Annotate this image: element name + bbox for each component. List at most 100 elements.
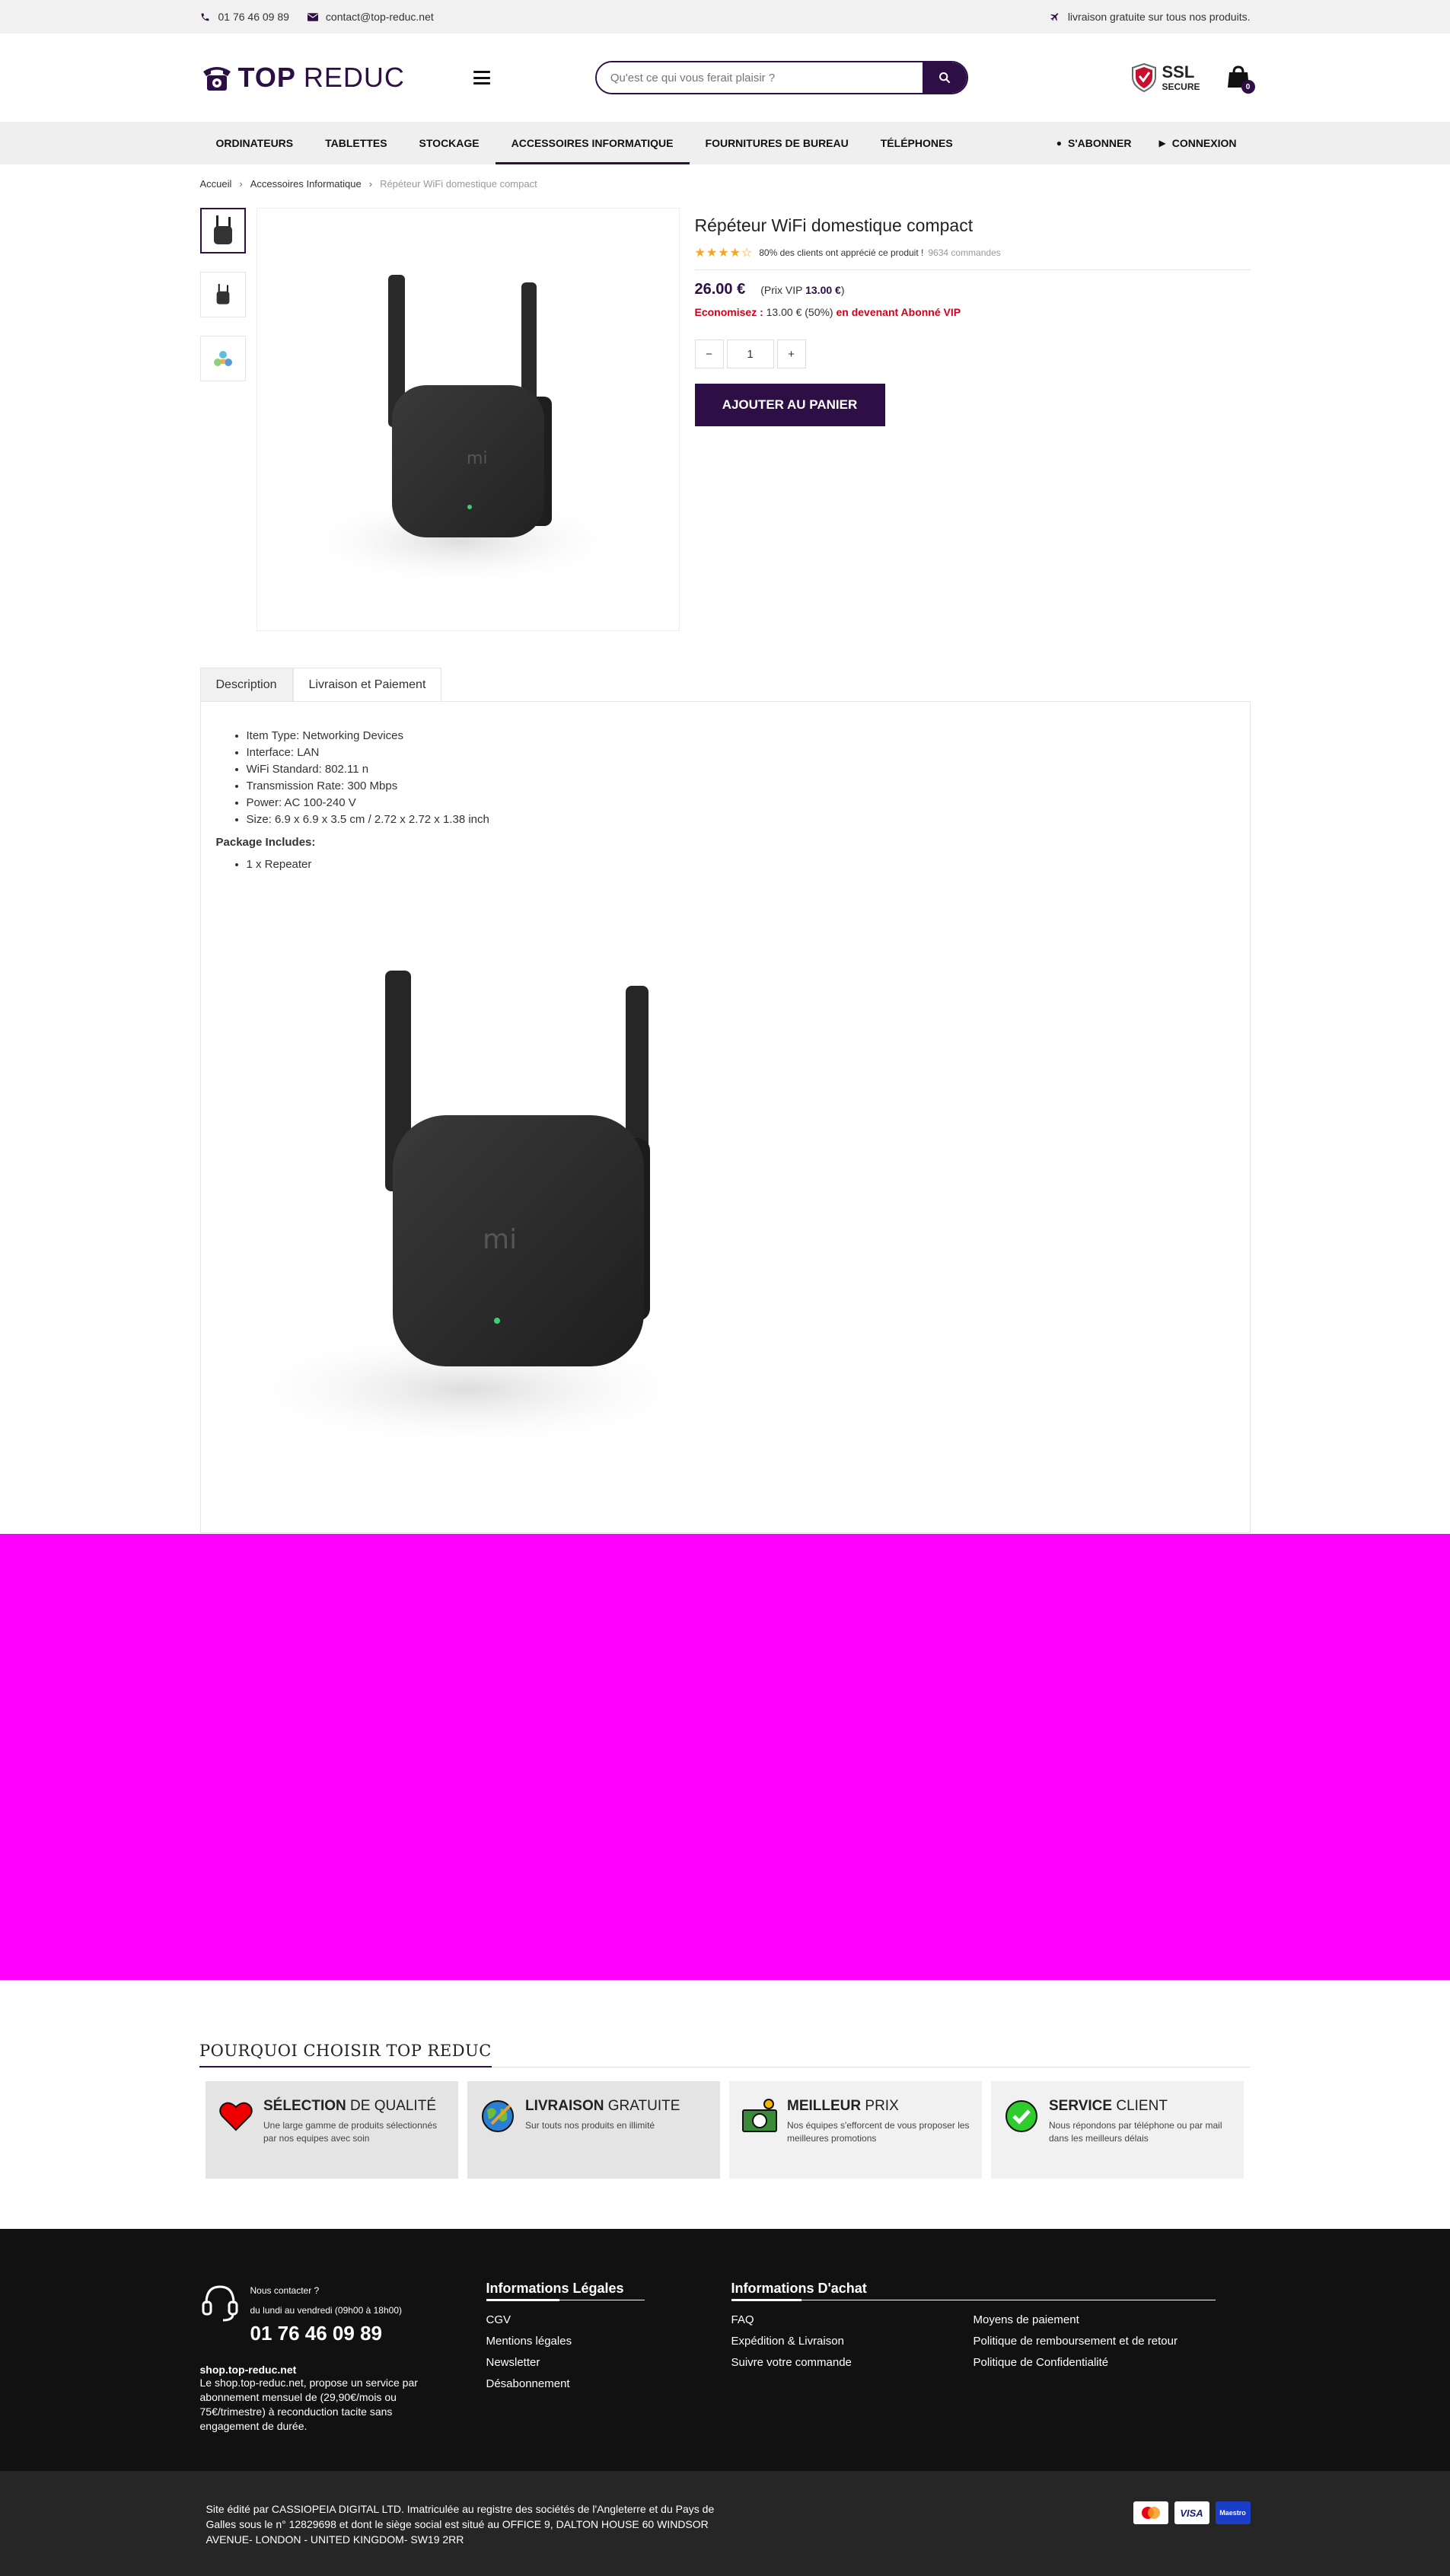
contact-label: Nous contacter ? bbox=[250, 2285, 320, 2296]
qty-minus-button[interactable]: − bbox=[694, 340, 724, 368]
contact-hours: du lundi au vendredi (09h00 à 18h00) bbox=[250, 2305, 403, 2316]
card-1-desc: Une large gamme de produits sélectionnés… bbox=[263, 2120, 438, 2144]
logo-reduc: REDUC bbox=[303, 62, 405, 93]
menu-burger-icon[interactable] bbox=[473, 71, 490, 84]
logo[interactable]: TOP REDUC bbox=[200, 62, 405, 94]
topbar-phone[interactable]: 01 76 46 09 89 bbox=[200, 11, 289, 23]
nav-login[interactable]: ▶ CONNEXION bbox=[1145, 122, 1250, 164]
nav-tablettes[interactable]: TABLETTES bbox=[309, 122, 403, 164]
telephone-logo-icon bbox=[202, 67, 231, 91]
nav-subscribe[interactable]: ● S'ABONNER bbox=[1043, 122, 1146, 164]
topbar-email-text: contact@top-reduc.net bbox=[325, 11, 434, 23]
list-item: Size: 6.9 x 6.9 x 3.5 cm / 2.72 x 2.72 x… bbox=[247, 811, 1235, 828]
orders-count: 9634 commandes bbox=[928, 247, 1001, 258]
list-item: 1 x Repeater bbox=[247, 856, 1235, 873]
footer-link-cgv[interactable]: CGV bbox=[486, 2310, 731, 2331]
footer-link-faq[interactable]: FAQ bbox=[731, 2310, 974, 2331]
search-button[interactable] bbox=[922, 62, 967, 93]
card-1-rest: DE QUALITÉ bbox=[350, 2098, 436, 2114]
phone-icon bbox=[200, 11, 211, 22]
ssl-label: SSL bbox=[1162, 62, 1195, 81]
nav-ordinateurs[interactable]: ORDINATEURS bbox=[200, 122, 310, 164]
feature-card-shipping: LIVRAISON GRATUITE Sur touts nos produit… bbox=[467, 2081, 720, 2179]
headset-icon bbox=[202, 2285, 237, 2322]
vip-price-value: 13.00 € bbox=[805, 284, 841, 296]
card-4-desc: Nous répondons par téléphone ou par mail… bbox=[1049, 2120, 1222, 2144]
nav-stockage[interactable]: STOCKAGE bbox=[403, 122, 496, 164]
footer-link-refund[interactable]: Politique de remboursement et de retour bbox=[974, 2331, 1216, 2352]
product-tabs: Description Livraison et Paiement bbox=[199, 668, 1251, 701]
vip-price: (Prix VIP 13.00 €) bbox=[760, 284, 844, 296]
footer-link-track-order[interactable]: Suivre votre commande bbox=[731, 2352, 974, 2374]
nav-login-label: CONNEXION bbox=[1171, 137, 1237, 149]
tab-shipping-payment[interactable]: Livraison et Paiement bbox=[292, 668, 442, 701]
nav-fournitures-de-bureau[interactable]: FOURNITURES DE BUREAU bbox=[690, 122, 865, 164]
svg-text:mi: mi bbox=[483, 1224, 517, 1255]
footer-link-payment[interactable]: Moyens de paiement bbox=[974, 2310, 1216, 2331]
footer: Nous contacter ? du lundi au vendredi (0… bbox=[0, 2229, 1450, 2471]
card-2-desc: Sur touts nos produits en illimité bbox=[525, 2120, 655, 2131]
topbar-email[interactable]: contact@top-reduc.net bbox=[307, 11, 434, 23]
breadcrumb-home[interactable]: Accueil bbox=[200, 178, 232, 190]
add-to-cart-button[interactable]: AJOUTER AU PANIER bbox=[694, 384, 885, 426]
footer-site-name: shop.top-reduc.net bbox=[199, 2364, 297, 2376]
footer-link-shipping[interactable]: Expédition & Livraison bbox=[731, 2331, 974, 2352]
list-item: WiFi Standard: 802.11 n bbox=[247, 761, 1235, 778]
qty-plus-button[interactable]: + bbox=[776, 340, 806, 368]
product-main-image[interactable]: mi bbox=[256, 208, 680, 631]
footer-link-unsubscribe[interactable]: Désabonnement bbox=[486, 2374, 731, 2395]
top-bar: 01 76 46 09 89 contact@top-reduc.net liv… bbox=[0, 0, 1450, 33]
card-3-rest: PRIX bbox=[865, 2098, 899, 2114]
thumbnail-2[interactable] bbox=[199, 272, 246, 317]
footer-link-privacy[interactable]: Politique de Confidentialité bbox=[974, 2352, 1216, 2374]
feature-card-quality: SÉLECTION DE QUALITÉ Une large gamme de … bbox=[206, 2081, 458, 2179]
topbar-shipping: livraison gratuite sur tous nos produits… bbox=[1050, 11, 1251, 23]
product-info: Répéteur WiFi domestique compact ★★★★☆ 8… bbox=[694, 208, 1251, 631]
secure-label: SECURE bbox=[1162, 81, 1200, 92]
product-price: 26.00 € bbox=[694, 281, 746, 298]
card-3-desc: Nos équipes s'efforcent de vous proposer… bbox=[787, 2120, 970, 2144]
footer-bottom-bar: Site édité par CASSIOPEIA DIGITAL LTD. I… bbox=[0, 2471, 1450, 2576]
card-1-bold: SÉLECTION bbox=[263, 2098, 346, 2114]
nav-accessoires-informatique[interactable]: ACCESSOIRES INFORMATIQUE bbox=[495, 122, 690, 164]
footer-link-newsletter[interactable]: Newsletter bbox=[486, 2352, 731, 2374]
check-icon bbox=[1005, 2100, 1037, 2132]
ad-banner[interactable] bbox=[0, 1534, 1450, 1980]
qty-input[interactable]: 1 bbox=[726, 340, 774, 368]
product-rating: ★★★★☆ 80% des clients ont apprécié ce pr… bbox=[694, 245, 1251, 270]
star-rating-icon: ★★★★☆ bbox=[694, 247, 754, 260]
header: TOP REDUC SSL SECURE bbox=[0, 33, 1450, 122]
mastercard-icon bbox=[1133, 2501, 1168, 2524]
footer-description: Le shop.top-reduc.net, propose un servic… bbox=[199, 2377, 418, 2432]
payment-methods: VISA Maestro bbox=[1127, 2501, 1251, 2547]
cart-button[interactable]: 0 bbox=[1226, 65, 1255, 94]
user-icon: ● bbox=[1056, 138, 1063, 148]
card-3-bold: MEILLEUR bbox=[787, 2098, 862, 2114]
tab-description[interactable]: Description bbox=[199, 668, 293, 701]
thumbnail-list bbox=[199, 208, 246, 631]
nav-telephones[interactable]: TÉLÉPHONES bbox=[865, 122, 969, 164]
search-icon bbox=[939, 72, 951, 84]
list-item: Power: AC 100-240 V bbox=[247, 795, 1235, 811]
topbar-shipping-text: livraison gratuite sur tous nos produits… bbox=[1067, 11, 1251, 23]
feature-card-service: SERVICE CLIENT Nous répondons par téléph… bbox=[991, 2081, 1244, 2179]
search-input[interactable] bbox=[596, 62, 923, 93]
footer-link-mentions[interactable]: Mentions légales bbox=[486, 2331, 731, 2352]
chevron-right-icon: › bbox=[368, 178, 373, 190]
thumbnail-3[interactable] bbox=[199, 336, 246, 381]
tab-panel-description: Item Type: Networking Devices Interface:… bbox=[199, 701, 1251, 1533]
thumbnail-1[interactable] bbox=[199, 208, 246, 253]
heart-icon bbox=[219, 2102, 253, 2131]
footer-phone[interactable]: 01 76 46 09 89 bbox=[250, 2322, 403, 2345]
vip-prefix: (Prix VIP bbox=[760, 284, 803, 296]
breadcrumb-category[interactable]: Accessoires Informatique bbox=[250, 178, 362, 190]
spec-list: Item Type: Networking Devices Interface:… bbox=[216, 728, 1235, 828]
card-2-bold: LIVRAISON bbox=[525, 2098, 604, 2114]
rating-text: 80% des clients ont apprécié ce produit … bbox=[759, 247, 924, 258]
savings-label: Economisez : bbox=[694, 306, 763, 318]
package-title: Package Includes: bbox=[215, 836, 316, 849]
breadcrumb-current: Répéteur WiFi domestique compact bbox=[380, 178, 537, 190]
globe-icon bbox=[482, 2100, 514, 2132]
footer-legal-column: Informations Légales CGV Mentions légale… bbox=[486, 2281, 731, 2434]
play-icon: ▶ bbox=[1158, 138, 1166, 148]
